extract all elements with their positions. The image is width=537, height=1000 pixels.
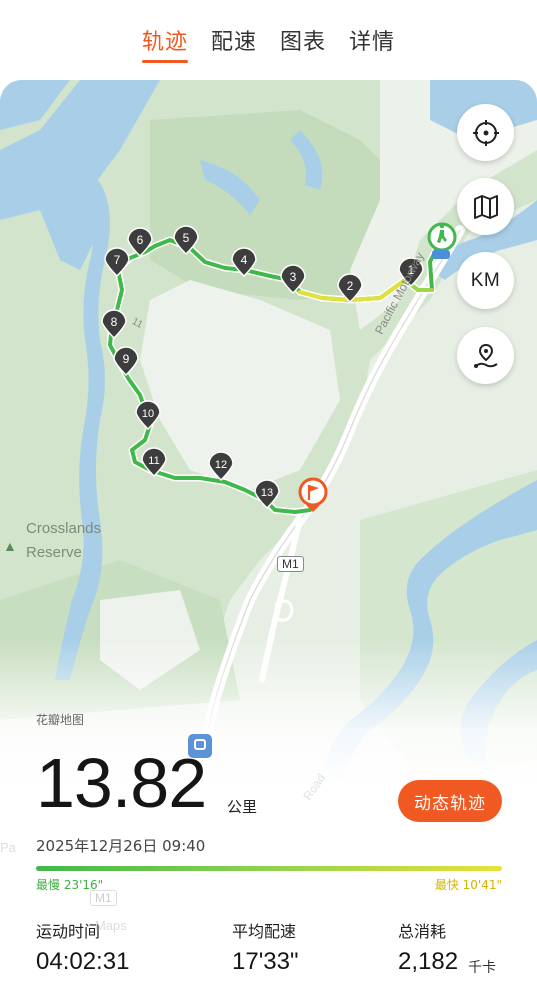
road-shield-m1: M1 xyxy=(277,556,304,572)
distance-unit: 公里 xyxy=(227,798,258,816)
stat-label-duration: 运动时间 xyxy=(36,922,101,941)
km-marker-label: 2 xyxy=(347,279,354,293)
route-button[interactable] xyxy=(457,327,514,384)
map-layers-button[interactable] xyxy=(457,178,514,235)
km-marker-label: 12 xyxy=(215,459,227,471)
route-icon xyxy=(473,343,498,368)
km-marker-label: 6 xyxy=(137,233,144,247)
locate-button[interactable] xyxy=(457,104,514,161)
map-label-ghost-pa: Pa xyxy=(0,840,16,855)
active-tab-indicator xyxy=(142,60,188,63)
pace-gradient-bar xyxy=(36,866,502,871)
km-label: KM xyxy=(470,269,501,291)
finish-marker[interactable] xyxy=(298,477,328,507)
map-label-reserve: Reserve xyxy=(26,544,82,561)
map-label-crosslands: Crosslands xyxy=(26,520,102,537)
tab-details[interactable]: 详情 xyxy=(349,24,395,56)
dynamic-track-button[interactable]: 动态轨迹 xyxy=(398,780,502,822)
road-shield-m1-faded: M1 xyxy=(90,890,117,906)
map-label-ghost-maps: Maps xyxy=(95,918,127,933)
stat-label-calories: 总消耗 xyxy=(398,922,447,941)
pace-fastest: 最快 10'41" xyxy=(434,878,502,892)
tab-chart[interactable]: 图表 xyxy=(280,24,326,56)
unit-km-button[interactable]: KM xyxy=(457,252,514,309)
km-marker-label: 8 xyxy=(111,315,118,329)
park-icon: ▲ xyxy=(3,538,17,554)
km-marker-label: 5 xyxy=(183,231,190,245)
km-marker-label: 3 xyxy=(290,270,297,284)
top-tab-bar: 轨迹 配速 图表 详情 xyxy=(0,0,537,80)
tab-track[interactable]: 轨迹 xyxy=(142,24,188,56)
km-marker-label: 11 xyxy=(148,455,159,467)
km-marker-label: 13 xyxy=(261,487,273,499)
stat-value-avg-pace: 17'33" xyxy=(232,948,299,975)
stat-unit-calories: 千卡 xyxy=(468,960,496,976)
map-provider-watermark: 花瓣地图 xyxy=(36,713,85,727)
distance-value: 13.82 xyxy=(36,744,207,822)
map-icon xyxy=(473,194,498,219)
crosshair-icon xyxy=(472,119,499,146)
stat-label-avg-pace: 平均配速 xyxy=(232,922,297,941)
km-marker-label: 9 xyxy=(123,352,130,366)
train-station-icon[interactable] xyxy=(188,734,212,758)
activity-date: 2025年12月26日 09:40 xyxy=(36,837,206,855)
km-marker-label: 10 xyxy=(142,408,154,420)
stat-value-duration: 04:02:31 xyxy=(36,948,130,975)
tab-pace[interactable]: 配速 xyxy=(211,24,257,56)
km-marker-label: 7 xyxy=(114,253,121,267)
km-marker-label: 4 xyxy=(241,253,248,267)
stat-value-calories: 2,182 xyxy=(398,948,459,975)
